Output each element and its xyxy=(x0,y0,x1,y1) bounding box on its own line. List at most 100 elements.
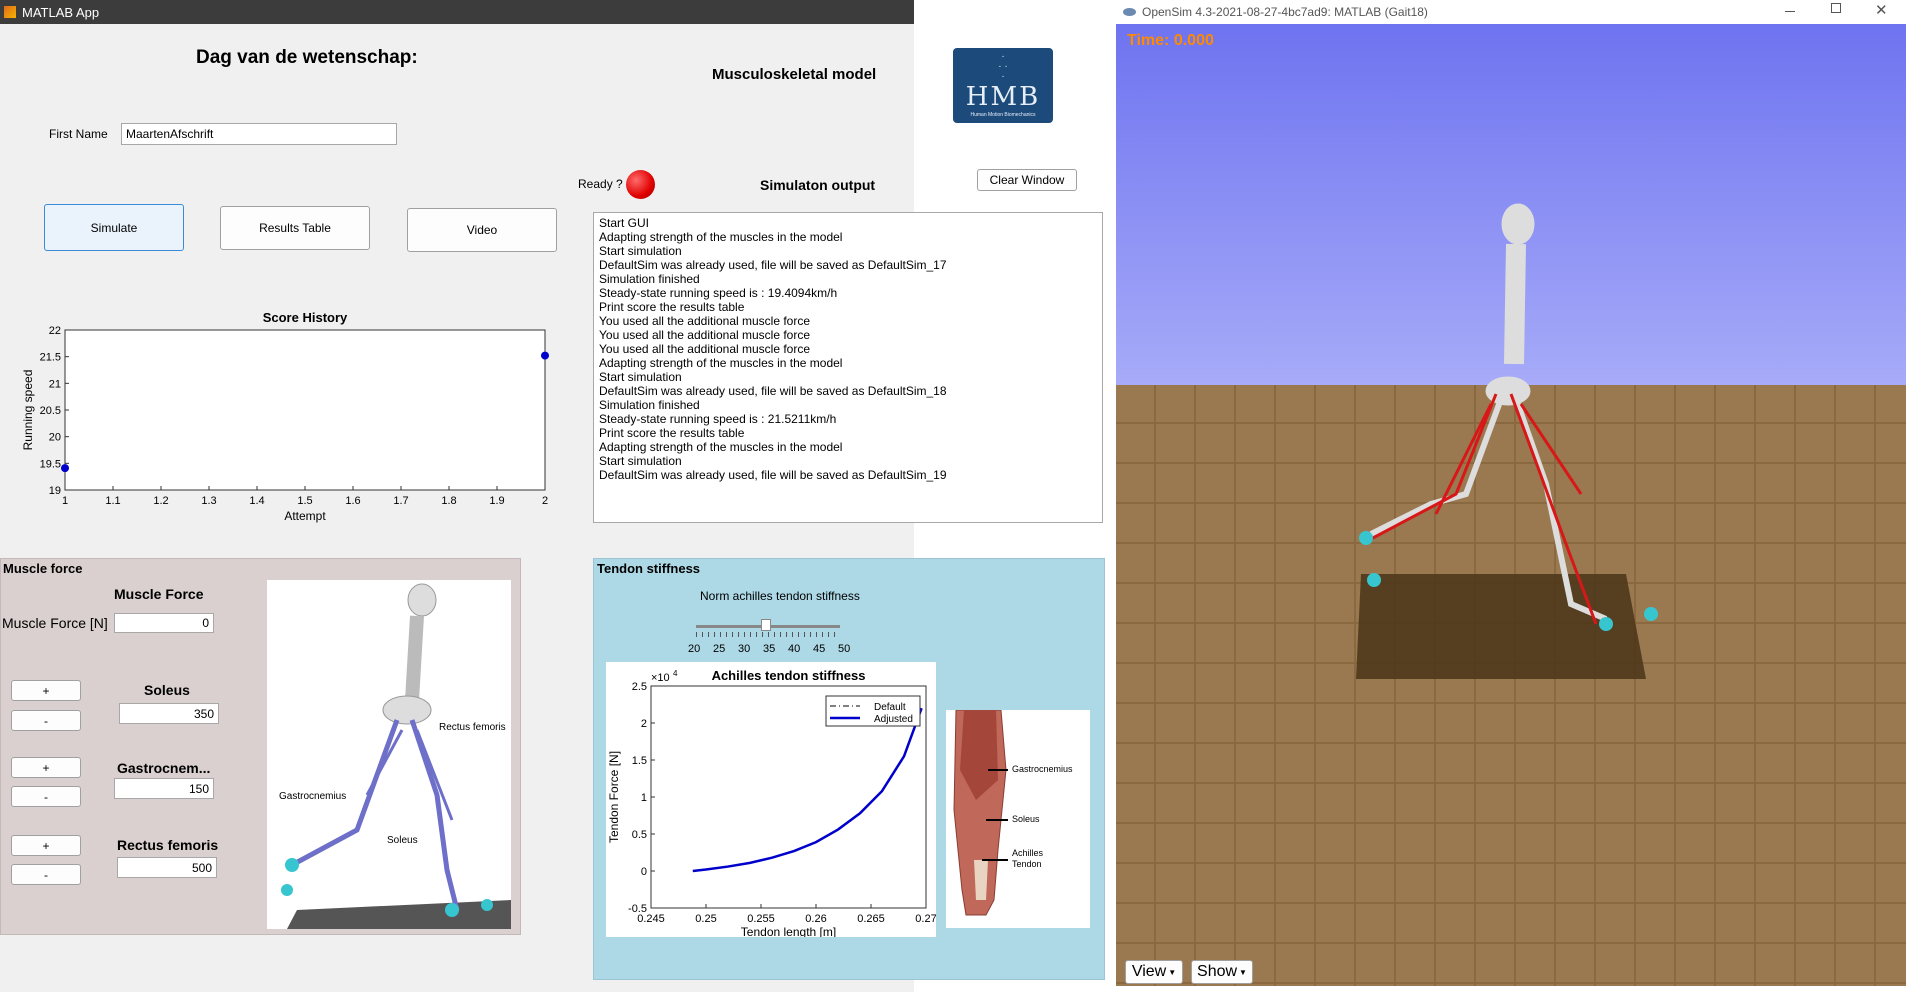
slider-tick-label: 50 xyxy=(838,643,851,655)
opensim-titlebar: OpenSim 4.3-2021-08-27-4bc7ad9: MATLAB (… xyxy=(1115,0,1908,24)
plot-area xyxy=(64,329,546,491)
output-line: DefaultSim was already used, file will b… xyxy=(599,468,947,482)
time-readout: Time: 0.000 xyxy=(1127,32,1214,49)
gastrocnemius-field[interactable]: 150 xyxy=(114,778,214,799)
opensim-window: OpenSim 4.3-2021-08-27-4bc7ad9: MATLAB (… xyxy=(1115,0,1908,992)
y-tick-label: 1.5 xyxy=(632,755,647,767)
output-line: You used all the additional muscle force xyxy=(599,314,811,328)
chart-title: Achilles tendon stiffness xyxy=(712,668,866,683)
y-tick-label: 20 xyxy=(49,432,61,444)
x-tick-label: 0.25 xyxy=(695,913,716,925)
clear-window-button[interactable]: Clear Window xyxy=(977,169,1077,191)
x-tick-label: 1 xyxy=(62,495,68,507)
y-tick-label: 22 xyxy=(49,325,61,337)
slider-tick-label: 25 xyxy=(713,643,726,655)
calf-anatomy-image: Gastrocnemius Soleus Achilles Tendon xyxy=(946,709,1090,928)
min-icon[interactable] xyxy=(994,11,1004,12)
output-line: Start simulation xyxy=(599,370,682,384)
x-tick-label: 1.3 xyxy=(201,495,216,507)
muscle-force-label: Muscle Force [N] xyxy=(2,615,108,631)
x-tick-label: 0.255 xyxy=(747,913,775,925)
video-button[interactable]: Video xyxy=(407,208,557,252)
x-tick-label: 1.6 xyxy=(345,495,360,507)
skeleton-illustration xyxy=(281,583,511,929)
ready-label: Ready ? xyxy=(578,177,623,191)
simulation-output-box[interactable]: Start GUI Adapting strength of the muscle… xyxy=(593,212,1103,523)
gastrocnemius-minus-button[interactable]: - xyxy=(11,786,81,807)
y-tick-label: 21.5 xyxy=(40,352,61,364)
output-line: Start GUI xyxy=(599,216,650,230)
output-line: Simulation finished xyxy=(599,398,700,412)
y-tick-label: -0.5 xyxy=(628,903,647,915)
maximize-icon[interactable] xyxy=(1040,5,1050,15)
score-history-chart: Score History 1 1.1 1.2 1.3 1.4 1.5 1.6 1.7 1.8 1.… xyxy=(21,310,549,523)
output-line: Start simulation xyxy=(599,244,682,258)
show-menu-chevron-icon: ▼ xyxy=(1239,967,1247,977)
rectus-femoris-minus-button[interactable]: - xyxy=(11,864,81,885)
opensim-minimize-icon[interactable] xyxy=(1785,11,1795,12)
first-name-label: First Name xyxy=(49,127,108,141)
window-title: MATLAB App xyxy=(22,4,100,20)
simulate-button[interactable]: Simulate xyxy=(44,204,184,251)
rectus-femoris-plus-button[interactable]: + xyxy=(11,835,81,856)
gastrocnemius-plus-button[interactable]: + xyxy=(11,757,81,778)
tendon-stiffness-chart: Achilles tendon stiffness0.245 0.25 0.255 0… xyxy=(606,662,936,937)
x-tick-label: 0.26 xyxy=(805,913,826,925)
y-tick-label: 0 xyxy=(641,866,647,878)
output-line: Simulation finished xyxy=(599,272,700,286)
calf-achilles-label: Achilles xyxy=(1012,848,1044,858)
x-tick-label: 1.7 xyxy=(393,495,408,507)
rectus-femoris-label: Rectus femoris xyxy=(117,837,219,853)
calf-gastrocnemius-label: Gastrocnemius xyxy=(1012,764,1073,774)
y-tick-label: 21 xyxy=(49,378,61,390)
y-multiplier: ×10 xyxy=(651,672,670,684)
output-line: Adapting strength of the muscles in the … xyxy=(599,356,843,370)
slider-tick-label: 20 xyxy=(688,643,701,655)
output-line: Steady-state running speed is : 19.4094k… xyxy=(599,286,838,300)
soleus-field[interactable]: 350 xyxy=(119,703,219,724)
y-multiplier-exponent: 4 xyxy=(673,669,678,678)
x-axis-label: Attempt xyxy=(284,509,326,523)
x-tick-label: 1.2 xyxy=(153,495,168,507)
muscle-force-field[interactable]: 0 xyxy=(114,613,214,633)
logo-text: HMB xyxy=(965,82,1041,112)
slider-ticks xyxy=(696,632,840,637)
ready-indicator-icon xyxy=(626,170,655,199)
opensim-close-icon[interactable]: ✕ xyxy=(1875,1,1888,19)
sim-output-title: Simulaton output xyxy=(760,177,876,193)
y-tick-label: 2.5 xyxy=(632,681,647,693)
output-line: Print score the results table xyxy=(599,300,745,314)
view-menu-button[interactable]: View ▼ xyxy=(1125,960,1183,984)
matlab-titlebar: MATLAB App xyxy=(0,0,914,24)
y-tick-label: 0.5 xyxy=(632,829,647,841)
calf-tendon-label: Tendon xyxy=(1012,859,1042,869)
output-line: You used all the additional muscle force xyxy=(599,328,811,342)
opensim-3d-view[interactable] xyxy=(1116,24,1906,986)
data-point xyxy=(541,351,549,360)
opensim-app-icon xyxy=(1123,8,1136,16)
logo-dots-icon: · · · · xyxy=(998,51,1008,82)
slider-label: Norm achilles tendon stiffness xyxy=(700,589,860,603)
y-tick-label: 20.5 xyxy=(40,405,61,417)
soleus-plus-button[interactable]: + xyxy=(11,680,81,701)
x-tick-label: 1.9 xyxy=(489,495,504,507)
minimize-icon[interactable] xyxy=(978,0,1024,24)
rectus-femoris-annotation: Rectus femoris xyxy=(439,722,506,733)
x-tick-label: 1.1 xyxy=(105,495,120,507)
show-menu-button[interactable]: Show ▼ xyxy=(1191,960,1253,984)
x-tick-label: 0.265 xyxy=(857,913,885,925)
y-tick-label: 1 xyxy=(641,792,647,804)
slider-tick-label: 30 xyxy=(738,643,751,655)
soleus-minus-button[interactable]: - xyxy=(11,710,81,731)
rectus-femoris-field[interactable]: 500 xyxy=(117,857,217,878)
model-label: Musculoskeletal model xyxy=(712,66,877,83)
results-table-button[interactable]: Results Table xyxy=(220,206,370,250)
x-tick-label: 1.5 xyxy=(297,495,312,507)
slider-thumb[interactable] xyxy=(761,619,771,631)
x-axis-label: Tendon length [m] xyxy=(741,925,836,937)
opensim-maximize-icon[interactable] xyxy=(1831,3,1841,13)
output-line: DefaultSim was already used, file will b… xyxy=(599,384,947,398)
y-tick-label: 2 xyxy=(641,718,647,730)
first-name-field[interactable]: MaartenAfschrift xyxy=(121,123,397,145)
close-icon[interactable]: ✕ xyxy=(1085,2,1098,22)
